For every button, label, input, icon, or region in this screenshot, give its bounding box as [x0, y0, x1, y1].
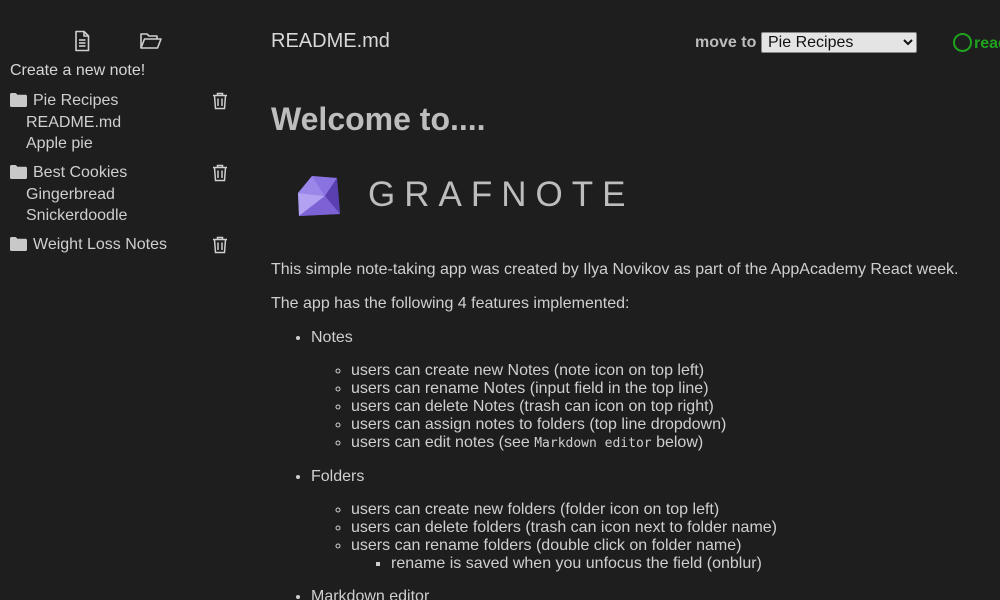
- content-heading: Welcome to....: [271, 101, 486, 137]
- move-to-label: move to: [695, 34, 757, 51]
- list-item: rename is saved when you unfocus the fie…: [391, 555, 1000, 573]
- note-item[interactable]: Snickerdoodle: [0, 205, 245, 226]
- feature-subsublist: rename is saved when you unfocus the fie…: [351, 555, 1000, 573]
- list-item: users can create new folders (folder ico…: [351, 501, 1000, 519]
- gem-logo-icon: [298, 176, 340, 216]
- list-text: users can edit notes (see: [351, 434, 535, 451]
- folder-row-pie-recipes[interactable]: Pie Recipes: [0, 90, 245, 112]
- create-note-link[interactable]: Create a new note!: [10, 62, 145, 80]
- trash-icon[interactable]: [212, 92, 228, 110]
- list-text: below): [651, 434, 704, 451]
- note-item[interactable]: README.md: [0, 112, 245, 133]
- folder-row-weight-loss-notes[interactable]: Weight Loss Notes: [0, 234, 245, 256]
- file-icon[interactable]: [70, 29, 94, 53]
- note-title[interactable]: README.md: [271, 30, 390, 53]
- sidebar: Create a new note! Pie Recipes README.md…: [0, 0, 245, 600]
- folder: Weight Loss Notes: [0, 234, 245, 256]
- intro-paragraph: This simple note-taking app was created …: [271, 261, 959, 278]
- folder-list: Pie Recipes README.md Apple pie Best Coo…: [0, 90, 245, 264]
- list-item: users can delete Notes (trash can icon o…: [351, 398, 1000, 416]
- status-circle-icon: [953, 33, 972, 52]
- folder-row-best-cookies[interactable]: Best Cookies: [0, 162, 245, 184]
- logo: GRAFNOTE: [271, 174, 1000, 224]
- list-item: users can rename Notes (input field in t…: [351, 380, 1000, 398]
- list-item: users can delete folders (trash can icon…: [351, 519, 1000, 537]
- note-item[interactable]: Apple pie: [0, 133, 245, 154]
- trash-icon[interactable]: [212, 164, 228, 182]
- sidebar-toolbar: [0, 29, 245, 53]
- feature-sublist: users can create new folders (folder ico…: [311, 501, 1000, 573]
- app-window: Create a new note! Pie Recipes README.md…: [0, 0, 1000, 600]
- feature-list: Notes users can create new Notes (note i…: [271, 328, 1000, 600]
- list-item: users can assign notes to folders (top l…: [351, 416, 1000, 434]
- move-to-select[interactable]: Pie Recipes: [761, 32, 917, 53]
- folder-name: Best Cookies: [33, 164, 128, 181]
- list-item: users can edit notes (see Markdown edito…: [351, 434, 1000, 453]
- feature-item: Folders users can create new folders (fo…: [311, 467, 1000, 573]
- status-text: ready: [974, 35, 1000, 52]
- note-content: Welcome to.... GRAFNOTE This simple note…: [271, 100, 1000, 600]
- note-item[interactable]: Gingerbread: [0, 184, 245, 205]
- folder: Pie Recipes README.md Apple pie: [0, 90, 245, 154]
- inline-code: Markdown editor: [534, 436, 652, 451]
- list-text: users can rename folders (double click o…: [351, 537, 742, 554]
- folder-icon: [10, 165, 27, 179]
- folder-open-icon[interactable]: [139, 29, 163, 53]
- trash-icon[interactable]: [212, 236, 228, 254]
- folder-icon: [10, 237, 27, 251]
- folder-name: Weight Loss Notes: [33, 236, 167, 253]
- folder: Best Cookies Gingerbread Snickerdoodle: [0, 162, 245, 226]
- feature-title: Markdown editor: [311, 588, 430, 600]
- feature-title: Notes: [311, 329, 353, 346]
- folder-name: Pie Recipes: [33, 92, 119, 109]
- folder-icon: [10, 93, 27, 107]
- list-item: users can create new Notes (note icon on…: [351, 362, 1000, 380]
- feature-sublist: users can create new Notes (note icon on…: [311, 362, 1000, 453]
- status-indicator: ready: [953, 33, 1000, 53]
- feature-item: Notes users can create new Notes (note i…: [311, 328, 1000, 453]
- feature-title: Folders: [311, 468, 365, 485]
- features-intro: The app has the following 4 features imp…: [271, 295, 630, 312]
- feature-item: Markdown editor: [311, 587, 1000, 600]
- list-item: users can rename folders (double click o…: [351, 537, 1000, 573]
- logo-text: GRAFNOTE: [368, 175, 635, 214]
